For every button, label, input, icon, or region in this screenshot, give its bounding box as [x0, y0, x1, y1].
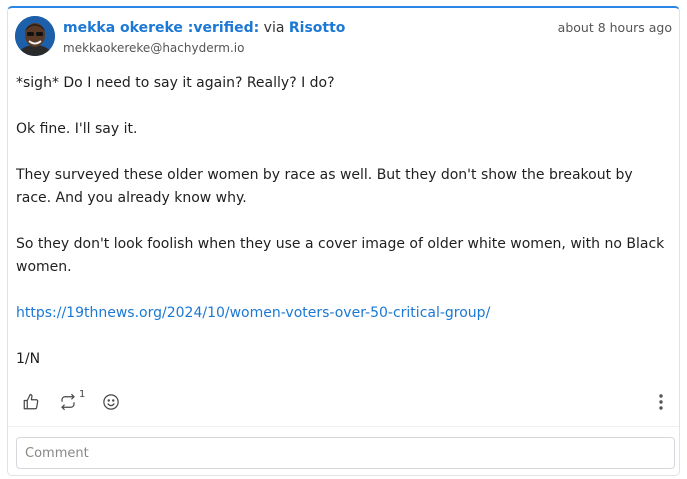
repeat-icon — [61, 393, 75, 411]
post-card: mekka okereke :verified: via Risotto mek… — [7, 6, 680, 476]
post-paragraph: So they don't look foolish when they use… — [16, 236, 665, 275]
divider — [8, 426, 679, 427]
post-paragraph: *sigh* Do I need to say it again? Really… — [16, 75, 335, 91]
avatar-image — [15, 16, 55, 56]
author-line: mekka okereke :verified: via Risotto — [63, 20, 345, 36]
smiley-icon — [103, 394, 119, 410]
article-link[interactable]: https://19thnews.org/2024/10/women-voter… — [16, 305, 490, 321]
thread-counter: 1/N — [16, 351, 41, 367]
avatar[interactable] — [15, 16, 55, 56]
more-vertical-icon — [659, 394, 663, 410]
via-label: via — [263, 20, 285, 36]
boost-button[interactable]: 1 — [58, 388, 86, 414]
like-button[interactable] — [22, 390, 40, 414]
thumbs-up-icon — [23, 393, 39, 410]
post-paragraph: Ok fine. I'll say it. — [16, 121, 138, 137]
action-bar: 1 — [8, 384, 679, 418]
comment-input[interactable] — [16, 437, 675, 469]
post-body: *sigh* Do I need to say it again? Really… — [16, 72, 671, 394]
author-handle: mekkaokereke@hachyderm.io — [63, 41, 245, 55]
author-name[interactable]: mekka okereke :verified: — [63, 20, 259, 36]
timestamp[interactable]: about 8 hours ago — [558, 20, 672, 35]
app-name-link[interactable]: Risotto — [289, 20, 346, 36]
more-options-button[interactable] — [653, 392, 669, 412]
boost-count: 1 — [79, 388, 86, 400]
react-button[interactable] — [102, 390, 120, 414]
post-paragraph: They surveyed these older women by race … — [16, 167, 633, 206]
post-link-paragraph: https://19thnews.org/2024/10/women-voter… — [16, 302, 671, 325]
